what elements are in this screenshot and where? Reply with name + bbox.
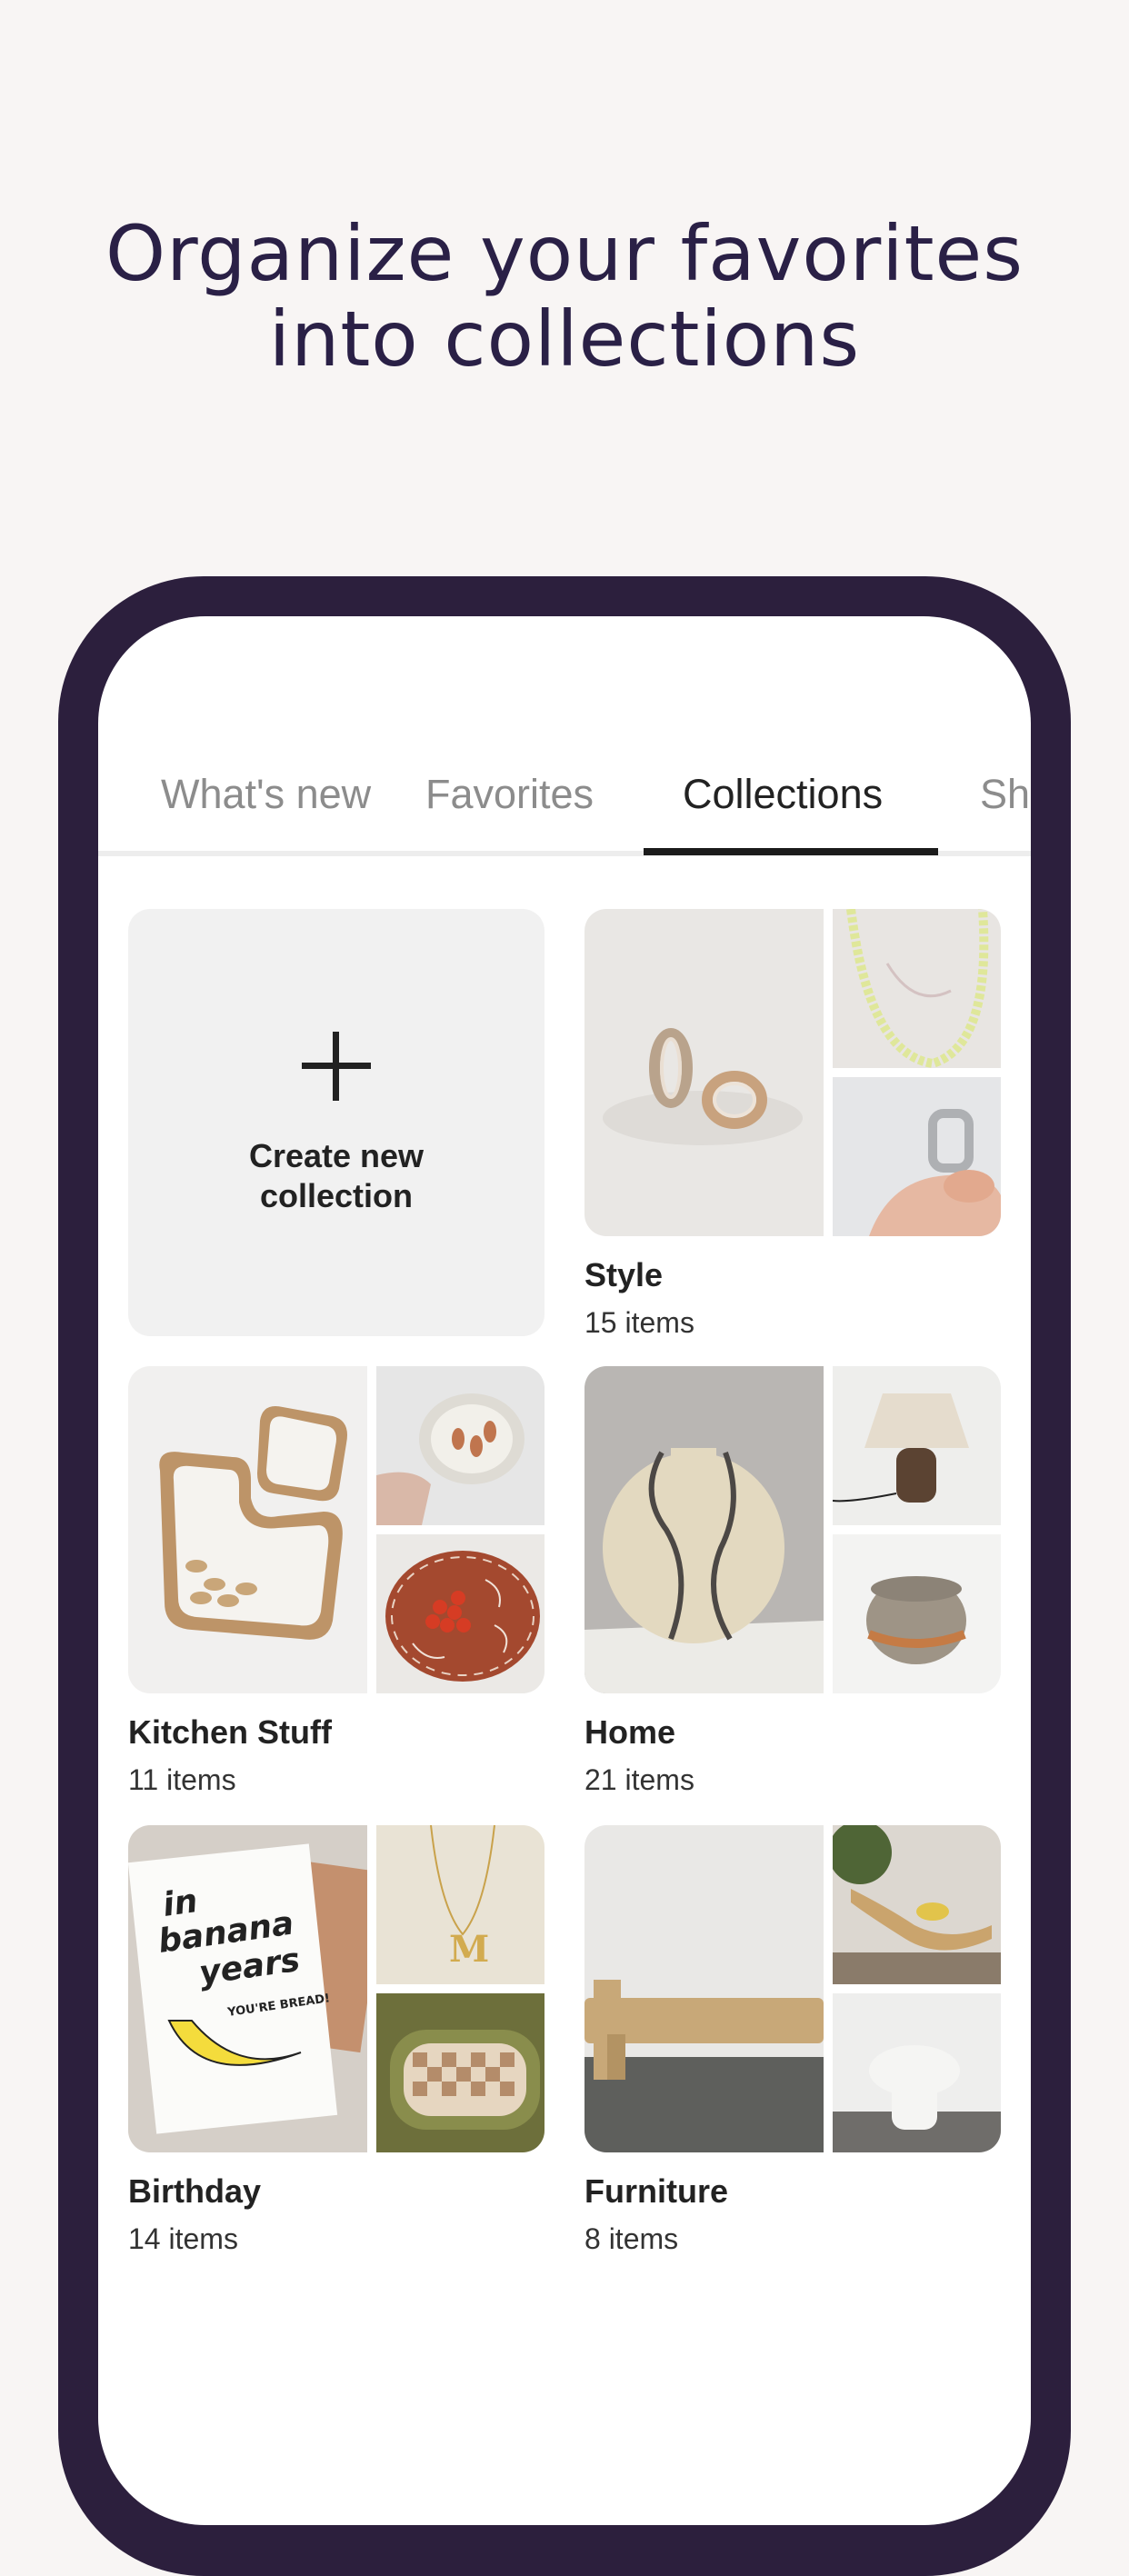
lamp-image — [833, 1366, 1001, 1525]
necklace-m-image: M — [376, 1825, 545, 1984]
collection-mosaic: in banana years YOU'RE BREAD! M — [128, 1825, 545, 2152]
collection-title: Birthday — [128, 2172, 262, 2210]
lounge-chair-image — [833, 1825, 1001, 1984]
ring-image — [833, 1077, 1001, 1236]
bench-image — [584, 1825, 824, 2152]
create-label-line-2: collection — [259, 1177, 414, 1214]
plate-image — [376, 1534, 545, 1693]
collection-mosaic — [584, 1825, 1001, 2152]
tab-collections[interactable]: Collections — [683, 771, 883, 818]
tab-favorites[interactable]: Favorites — [425, 771, 594, 818]
collection-title: Kitchen Stuff — [128, 1713, 332, 1751]
tab-bar: What's new Favorites Collections Sh — [98, 616, 1031, 856]
collection-count: 15 items — [584, 1306, 694, 1339]
headline-line-1: Organize your favorites — [105, 209, 1024, 298]
collection-count: 21 items — [584, 1763, 694, 1796]
create-collection-button[interactable]: Create new collection — [128, 909, 545, 1336]
collection-title: Style — [584, 1256, 664, 1293]
collection-count: 8 items — [584, 2222, 679, 2255]
checkered-tray-image — [376, 1993, 545, 2152]
collection-count: 11 items — [128, 1763, 236, 1796]
create-label-line-1: Create new — [248, 1137, 425, 1174]
birthday-card-image: in banana years YOU'RE BREAD! — [128, 1825, 367, 2152]
phone-screen: What's new Favorites Collections Sh Crea… — [98, 616, 1031, 2525]
tab-whats-new[interactable]: What's new — [161, 771, 371, 818]
create-collection-label: Create new collection — [128, 1136, 545, 1216]
collection-title: Furniture — [584, 2172, 728, 2210]
headline: Organize your favorites into collections — [0, 211, 1129, 382]
active-tab-indicator — [644, 848, 938, 855]
collection-mosaic — [584, 909, 1001, 1236]
earrings-image — [584, 909, 824, 1236]
mushroom-stool-image — [833, 1993, 1001, 2152]
collection-title: Home — [584, 1713, 676, 1751]
svg-text:M: M — [449, 1928, 489, 1971]
bowl-image — [376, 1366, 545, 1525]
collection-count: 14 items — [128, 2222, 238, 2255]
tray-image — [128, 1366, 367, 1693]
collection-mosaic — [128, 1366, 545, 1693]
plus-icon — [302, 1032, 371, 1101]
necklace-image — [833, 909, 1001, 1068]
collection-mosaic — [584, 1366, 1001, 1693]
headline-line-2: into collections — [268, 295, 861, 384]
tab-shops[interactable]: Sh — [980, 771, 1030, 818]
vase-image — [584, 1366, 824, 1693]
jar-image — [833, 1534, 1001, 1693]
